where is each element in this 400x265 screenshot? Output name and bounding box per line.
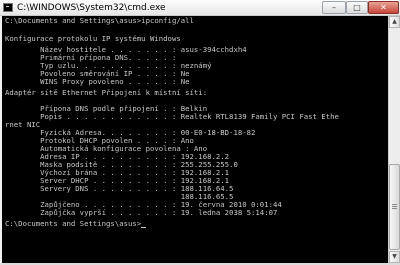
scroll-up-button[interactable]: ▲ (389, 16, 400, 28)
scroll-down-button[interactable]: ▼ (389, 251, 400, 263)
vertical-scrollbar[interactable]: ▲ ▼ (388, 16, 400, 263)
console-line: Zapůjčka vyprší . . . . . . . : 19. ledn… (5, 208, 278, 217)
title-bar[interactable]: C:\WINDOWS\System32\cmd.exe – □ ✕ (0, 0, 400, 16)
console-line: Konfigurace protokolu IP systému Windows (5, 34, 181, 43)
cmd-window: C:\WINDOWS\System32\cmd.exe – □ ✕ C:\Doc… (0, 0, 400, 265)
thumb-grip (392, 204, 397, 205)
minimize-button[interactable]: – (322, 1, 346, 14)
console-line: Adaptér sítě Ethernet Připojení k místní… (5, 88, 208, 97)
console-icon[interactable] (3, 3, 13, 12)
console-line: Popis . . . . . . . . . . . . : Realtek … (5, 112, 339, 121)
thumb-grip (392, 206, 397, 207)
text-cursor (141, 227, 147, 228)
maximize-button[interactable]: □ (346, 1, 368, 14)
close-button[interactable]: ✕ (368, 1, 399, 14)
window-title: C:\WINDOWS\System32\cmd.exe (17, 3, 166, 13)
command-prompt[interactable]: C:\Documents and Settings\asus> (5, 219, 147, 229)
thumb-grip (392, 208, 397, 209)
scroll-thumb[interactable] (389, 164, 400, 250)
console-line: C:\Documents and Settings\asus>ipconfig/… (5, 16, 194, 25)
console-line: WINS Proxy povoleno . . . . . : Ne (5, 77, 190, 86)
console-output[interactable]: C:\Documents and Settings\asus>ipconfig/… (2, 16, 388, 263)
prompt-text: C:\Documents and Settings\asus> (5, 219, 142, 228)
